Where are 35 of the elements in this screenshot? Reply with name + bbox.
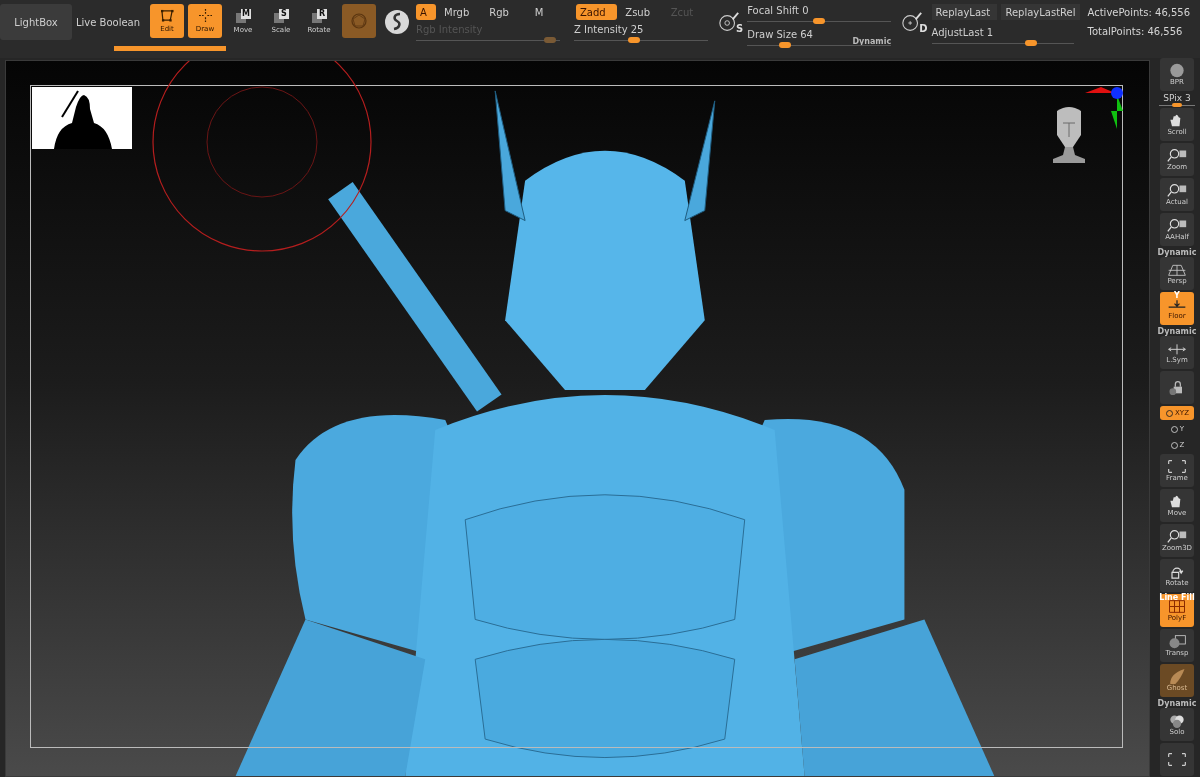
stroke-icon[interactable] [384,9,410,35]
shelf-button[interactable] [1160,371,1194,404]
adjust-last-slider[interactable]: AdjustLast 1 [931,26,1074,44]
replay-button[interactable]: ReplayLastRel [1001,4,1080,20]
transparency-icon [1167,633,1187,649]
toolbar-button[interactable]: LightBox [0,4,72,40]
material-swatch[interactable] [342,4,376,38]
focal-shift-slider[interactable]: Focal Shift 0 [747,4,892,22]
magnifier-icon [1167,182,1187,198]
sphere-icon [1167,62,1187,78]
frame-corners-icon [1167,752,1187,767]
magnifier-icon [1167,147,1187,163]
color-mode-button[interactable]: Rgb [485,4,527,20]
color-mode-button[interactable]: Mrgb [440,4,482,20]
frame-corners-icon [1167,458,1187,474]
active-points-text: ActivePoints: 46,556 [1087,7,1191,18]
shelf-caption: Dynamic [1157,699,1197,708]
color-mode-button[interactable]: A [416,4,436,20]
replay-button[interactable]: ReplayLast [931,4,998,20]
shelf-caption: Dynamic [1157,327,1197,336]
z-intensity-slider[interactable]: Z Intensity 25 [574,23,708,41]
draw-size-slider[interactable]: Draw Size 64 Dynamic [747,28,892,46]
color-mode-button[interactable]: M [530,4,572,20]
crosshair-icon [197,9,213,22]
grid-icon [1167,598,1187,614]
depth-mode-button[interactable]: Zadd [576,4,618,20]
magnifier-icon [1167,528,1187,544]
feather-icon [1167,668,1187,684]
shelf-caption: Dynamic [1157,248,1197,257]
magnifier-icon [1167,217,1187,233]
total-points-text: TotalPoints: 46,556 [1087,26,1184,37]
depth-mode-button[interactable]: Zsub [621,4,663,20]
spix-slider[interactable]: SPix 3 [1158,93,1196,106]
shelf-button[interactable] [1160,743,1194,776]
polygon-icon [159,9,175,22]
